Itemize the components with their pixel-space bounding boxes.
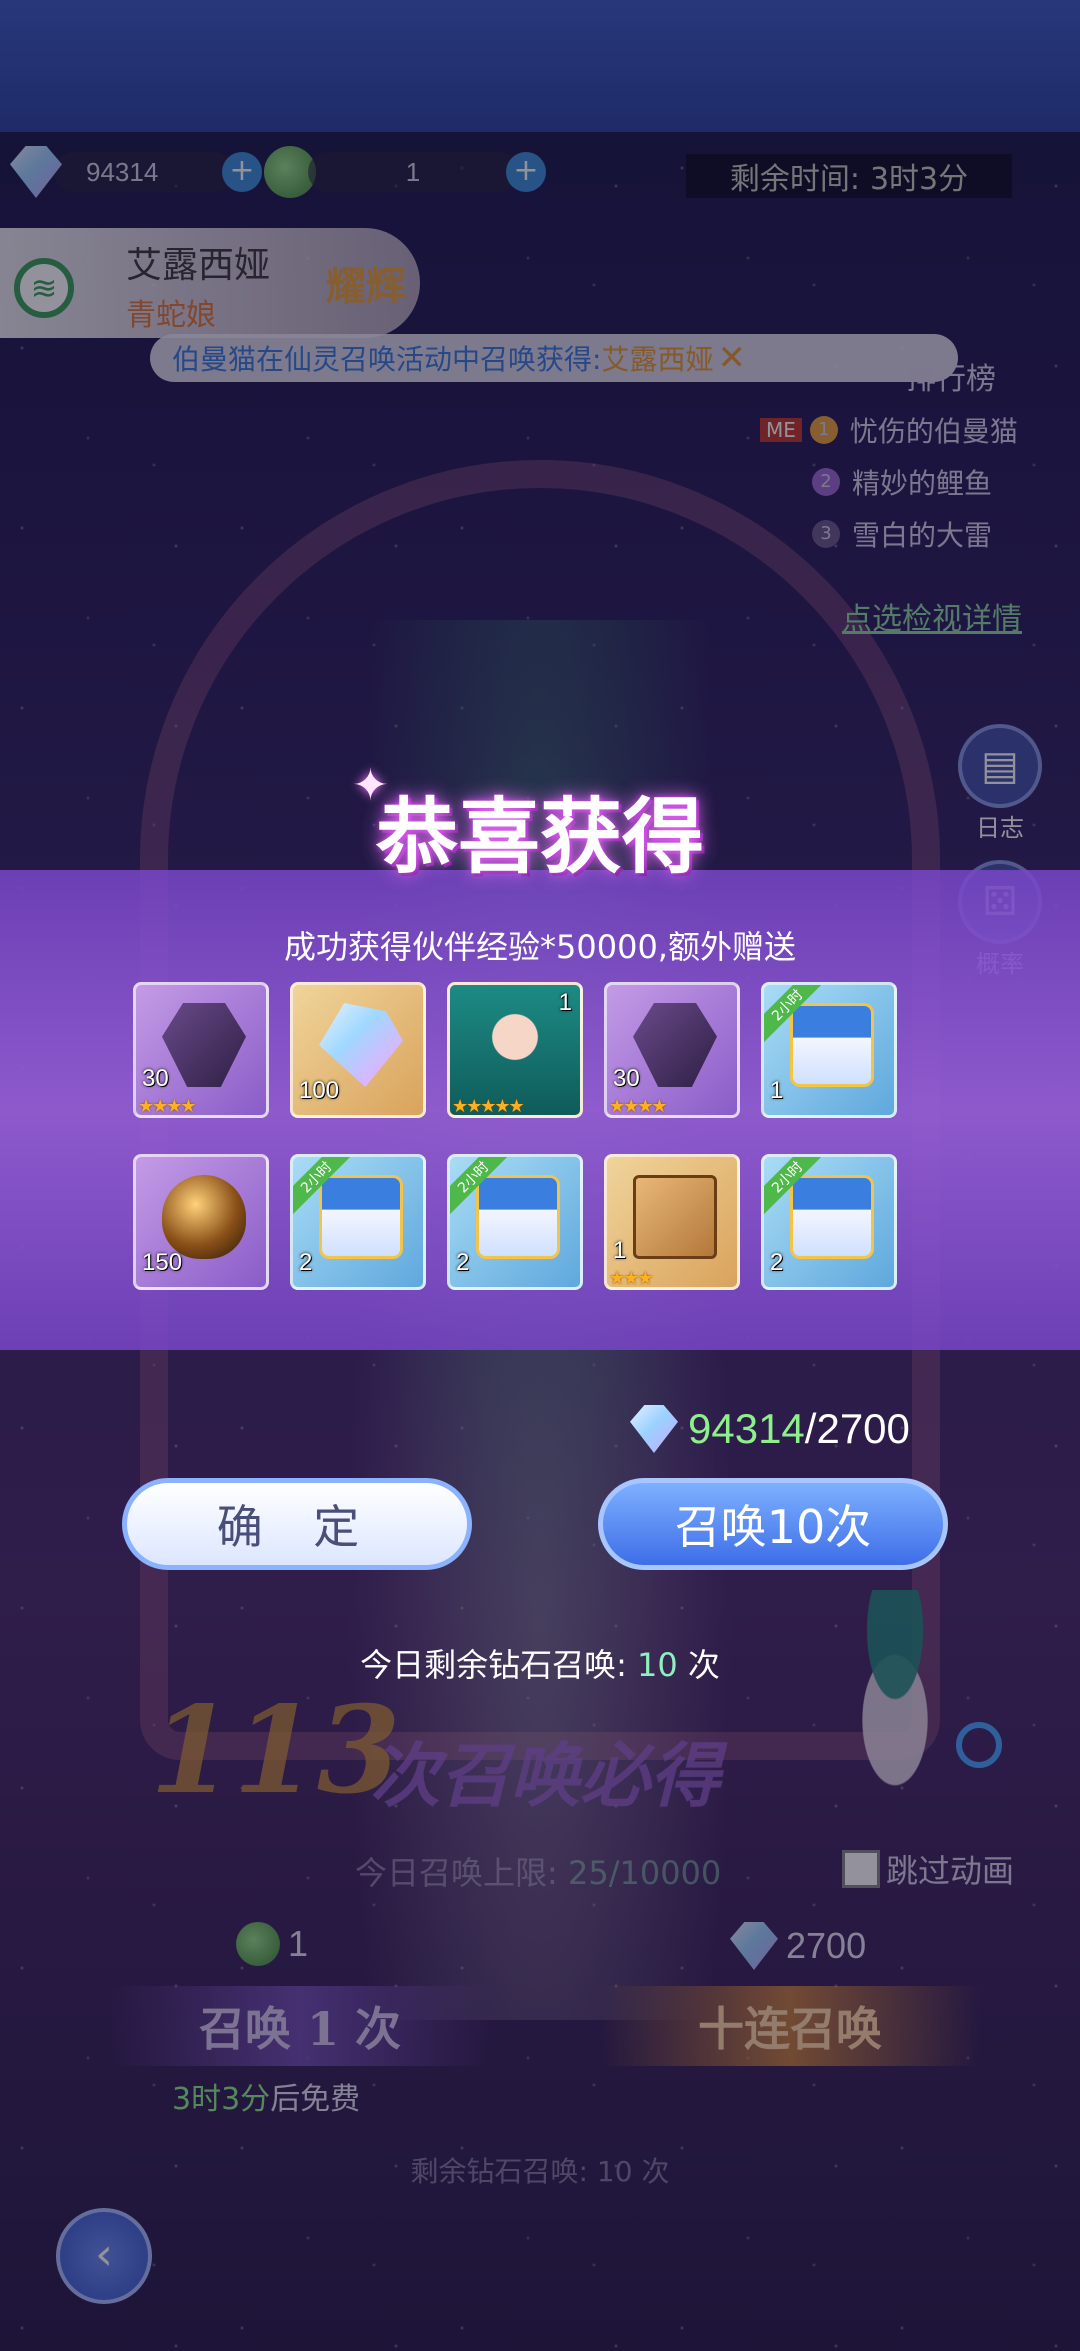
sparkle-icon: ✦ [352, 760, 389, 811]
chest-icon [790, 1003, 874, 1087]
star-rating: ★★★★ [609, 1096, 668, 1117]
reward-item-chest[interactable]: 2小时 2 [290, 1154, 426, 1290]
reward-title: 恭喜获得 [375, 789, 704, 885]
item-count: 2 [299, 1249, 313, 1276]
reward-item-portrait[interactable]: 1 ★★★★★ [447, 982, 583, 1118]
daily-remaining: 今日剩余钻石召唤: 10 次 [360, 1646, 720, 1684]
reward-item-crystal[interactable]: 30 ★★★★ [133, 982, 269, 1118]
crystal-icon [633, 1003, 717, 1087]
reward-item-chest[interactable]: 2小时 2 [761, 1154, 897, 1290]
gem-icon [319, 1003, 403, 1087]
item-count: 1 [558, 989, 572, 1016]
confirm-button[interactable]: 确 定 [122, 1478, 472, 1570]
star-rating: ★★★ [609, 1268, 653, 1289]
item-count: 2 [456, 1249, 470, 1276]
chest-icon [476, 1175, 560, 1259]
star-rating: ★★★★ [138, 1096, 197, 1117]
diamond-icon [630, 1405, 678, 1453]
item-count: 30 [613, 1065, 640, 1092]
diamond-need: 2700 [816, 1405, 910, 1452]
reward-item-gem[interactable]: 100 [290, 982, 426, 1118]
reward-item-chest[interactable]: 2小时 2 [447, 1154, 583, 1290]
diamond-have: 94314 [688, 1405, 805, 1452]
summon-ten-button[interactable]: 召唤10次 [598, 1478, 948, 1570]
egg-icon [162, 1175, 246, 1259]
reward-item-egg[interactable]: 150 [133, 1154, 269, 1290]
item-count: 150 [142, 1249, 183, 1276]
item-count: 1 [613, 1237, 627, 1264]
item-count: 1 [770, 1077, 784, 1104]
reward-item-crystal[interactable]: 30 ★★★★ [604, 982, 740, 1118]
reward-item-chest[interactable]: 2小时 1 [761, 982, 897, 1118]
box-icon [633, 1175, 717, 1259]
item-count: 100 [299, 1077, 340, 1104]
star-rating: ★★★★★ [452, 1096, 525, 1117]
reward-item-box[interactable]: 1 ★★★ [604, 1154, 740, 1290]
item-count: 2 [770, 1249, 784, 1276]
cost-separator: / [804, 1405, 817, 1452]
crystal-icon [162, 1003, 246, 1087]
diamond-cost: 94314 / 2700 [630, 1405, 910, 1453]
chest-icon [790, 1175, 874, 1259]
item-count: 30 [142, 1065, 169, 1092]
chest-icon [319, 1175, 403, 1259]
reward-subtitle: 成功获得伙伴经验*50000,额外赠送 [284, 928, 796, 966]
